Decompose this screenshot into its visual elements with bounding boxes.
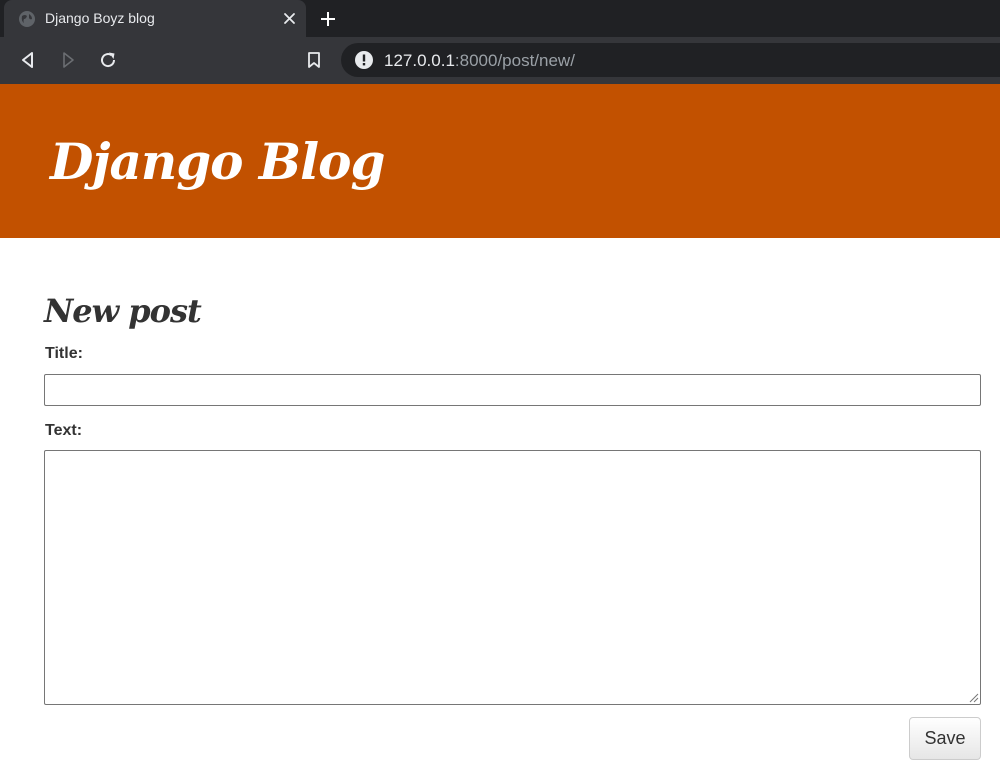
tab-title: Django Boyz blog	[45, 10, 155, 26]
title-input[interactable]	[44, 374, 981, 406]
forward-arrow-icon[interactable]	[58, 50, 78, 70]
close-icon[interactable]	[282, 11, 297, 26]
save-button[interactable]: Save	[909, 717, 981, 760]
plus-icon[interactable]	[318, 9, 338, 29]
bookmark-icon[interactable]	[304, 50, 324, 70]
address-bar[interactable]: 127.0.0.1:8000/post/new/	[341, 43, 1000, 77]
url-path: :8000/post/new/	[454, 51, 575, 70]
site-title-link[interactable]: Django Blog	[50, 132, 385, 191]
globe-icon	[19, 11, 35, 27]
url-text[interactable]: 127.0.0.1:8000/post/new/	[384, 51, 575, 71]
url-host: 127.0.0.1	[384, 51, 455, 70]
text-label: Text:	[45, 422, 83, 439]
reload-icon[interactable]	[98, 50, 118, 70]
browser-toolbar: 127.0.0.1:8000/post/new/	[0, 37, 1000, 84]
page-title: New post	[44, 292, 202, 330]
browser-tab-strip: Django Boyz blog	[0, 0, 1000, 37]
resize-grip-icon[interactable]	[968, 692, 979, 703]
back-arrow-icon[interactable]	[18, 50, 38, 70]
browser-tab[interactable]: Django Boyz blog	[4, 0, 306, 37]
info-icon[interactable]	[354, 50, 374, 70]
page-header: Django Blog	[0, 84, 1000, 238]
title-label: Title:	[45, 345, 83, 362]
text-textarea[interactable]	[44, 450, 981, 705]
